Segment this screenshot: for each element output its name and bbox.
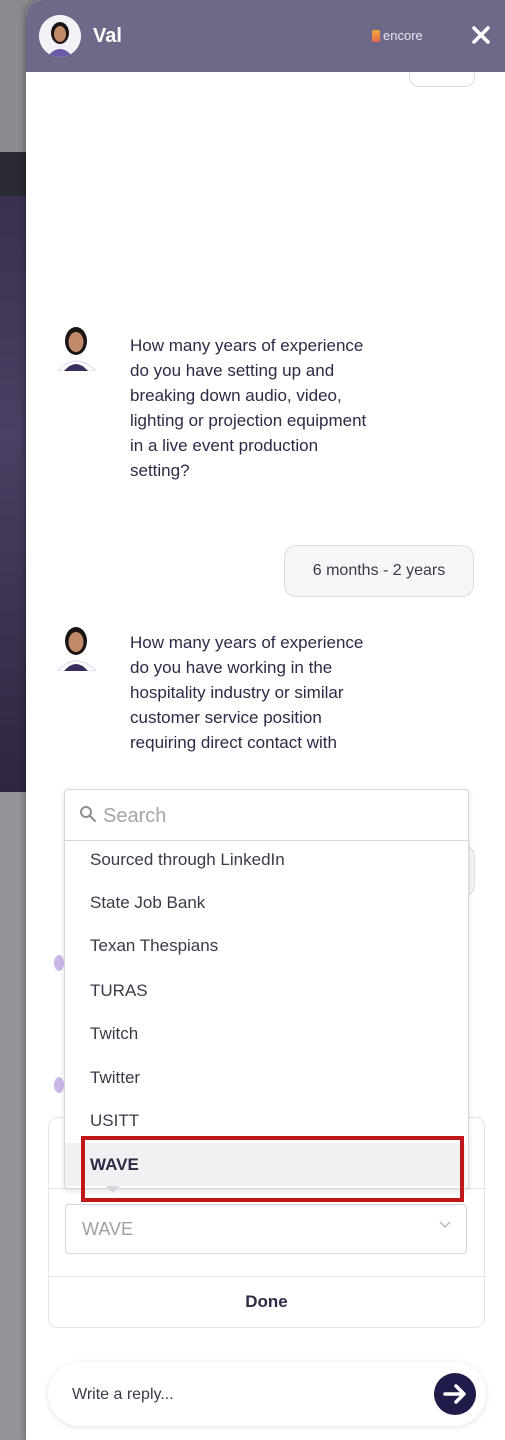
dropdown-option[interactable]: Twitch <box>65 1012 466 1055</box>
search-icon <box>80 806 96 822</box>
send-button[interactable] <box>434 1373 476 1415</box>
bot-message: How many years of experience do you have… <box>130 336 367 480</box>
dropdown-option[interactable]: State Job Bank <box>65 881 466 924</box>
done-button[interactable]: Done <box>49 1277 484 1327</box>
brand-logo: encore <box>372 28 423 43</box>
chat-widget: Val encore How many years of experience … <box>26 0 505 1440</box>
dropdown-option[interactable]: Sourced through LinkedIn <box>65 838 466 881</box>
bot-message: How many years of experience do you have… <box>130 633 364 752</box>
close-button[interactable] <box>466 20 496 50</box>
dropdown-search <box>65 790 468 841</box>
user-message: 6 months - 2 years <box>284 545 474 597</box>
dropdown-option[interactable]: Twitter <box>65 1056 466 1099</box>
hidden-bot-avatar <box>54 1077 64 1093</box>
bot-message-clip: How many years of experience do you have… <box>130 630 390 782</box>
close-icon <box>472 26 490 44</box>
send-arrow-icon <box>443 1384 466 1404</box>
brand-mark-icon <box>372 29 380 42</box>
search-input[interactable] <box>101 800 455 832</box>
dropdown-option[interactable]: Texan Thespians <box>65 924 466 967</box>
previous-message-bubble <box>409 72 475 87</box>
brand-name: encore <box>383 28 423 43</box>
bot-avatar <box>54 321 100 372</box>
source-select[interactable]: WAVE <box>65 1204 467 1254</box>
highlight-annotation <box>81 1136 464 1202</box>
bot-avatar <box>54 621 100 672</box>
agent-name: Val <box>93 25 122 47</box>
chat-header: Val encore <box>26 0 505 72</box>
chevron-down-icon <box>438 1217 452 1234</box>
source-dropdown-list: Sourced through LinkedIn State Job Bank … <box>64 789 469 1189</box>
reply-input[interactable] <box>70 1380 404 1410</box>
hidden-bot-avatar <box>54 955 64 971</box>
reply-bar <box>48 1362 486 1426</box>
dropdown-option[interactable]: TURAS <box>65 969 466 1012</box>
select-value: WAVE <box>82 1219 134 1239</box>
agent-avatar <box>39 15 81 57</box>
